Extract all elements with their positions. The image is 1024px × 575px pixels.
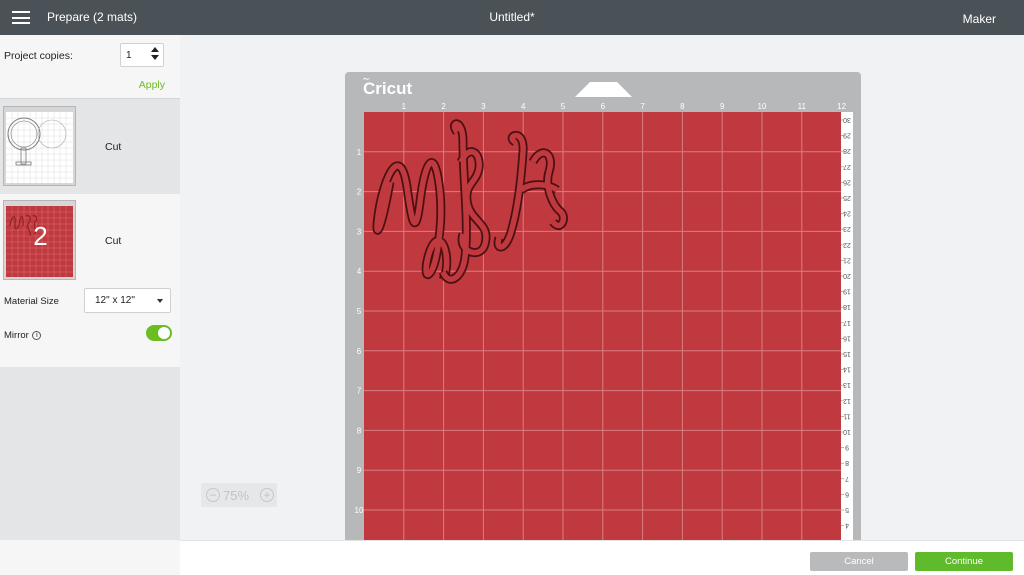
ruler-label: 6 xyxy=(845,490,849,497)
ruler-label: 15 xyxy=(843,350,851,357)
cutting-mat[interactable]: 1 2 3 4 5 6 7 8 9 10 11 12 1 2 3 4 5 6 7 8 9 10 30 29 28 27 26 25… xyxy=(345,72,861,542)
ruler-label: 10 xyxy=(355,506,364,515)
stepper-up-icon[interactable] xyxy=(151,47,159,52)
top-ruler: 1 2 3 4 5 6 7 8 9 10 11 12 xyxy=(402,102,847,111)
mat-list-item[interactable]: Cut xyxy=(0,100,180,194)
continue-button[interactable]: Continue xyxy=(915,552,1013,571)
ruler-label: 18 xyxy=(843,303,851,310)
ruler-label: 22 xyxy=(843,241,851,248)
apply-button[interactable]: Apply xyxy=(139,79,165,91)
mat-tab xyxy=(575,82,632,97)
ruler-label: 26 xyxy=(843,178,851,185)
ruler-label: 20 xyxy=(843,272,851,279)
ruler-label: 25 xyxy=(843,194,851,201)
logo-swirl-icon: ∼ xyxy=(362,74,371,85)
mat-thumbnail[interactable]: 2 xyxy=(3,200,76,280)
page-title: Prepare (2 mats) xyxy=(47,10,138,24)
toggle-knob xyxy=(158,327,170,339)
ruler-label: 8 xyxy=(845,459,849,466)
ruler-label: 12 xyxy=(837,102,846,111)
ruler-label: 16 xyxy=(843,334,851,341)
ruler-label: 8 xyxy=(680,102,685,111)
cancel-button[interactable]: Cancel xyxy=(810,552,908,571)
ruler-label: 28 xyxy=(843,147,851,154)
ruler-label: 11 xyxy=(798,102,807,111)
ruler-label: 9 xyxy=(845,444,849,451)
ruler-label: 5 xyxy=(357,307,362,316)
ruler-label: 2 xyxy=(441,102,446,111)
ruler-label: 2 xyxy=(357,188,362,197)
ruler-label: 4 xyxy=(357,267,362,276)
zoom-out-button[interactable]: − xyxy=(206,488,220,502)
ruler-label: 3 xyxy=(481,102,486,111)
zoom-control: − 75% + xyxy=(201,483,277,507)
mat-list-item-selected[interactable]: 2 Cut Material Size 12" x 12" Mirror i xyxy=(0,194,180,367)
ruler-label: 8 xyxy=(357,426,362,435)
material-size-label: Material Size xyxy=(4,296,59,307)
cricut-logo: ∼ Cricut xyxy=(362,74,412,99)
hamburger-menu-icon[interactable] xyxy=(12,11,30,24)
ruler-label: 23 xyxy=(843,225,851,232)
project-name: Untitled* xyxy=(489,10,535,24)
ruler-label: 4 xyxy=(521,102,526,111)
left-ruler: 1 2 3 4 5 6 7 8 9 10 xyxy=(355,148,364,515)
ruler-label: 27 xyxy=(843,163,851,170)
mat-number: 2 xyxy=(33,221,48,251)
ruler-label: 9 xyxy=(720,102,725,111)
ruler-label: 1 xyxy=(402,102,407,111)
mat-thumbnail[interactable] xyxy=(3,106,76,186)
ruler-label: 21 xyxy=(843,256,851,263)
mat-sidebar: Project copies: 1 Apply Cut 2 Cut Materi… xyxy=(0,35,180,540)
ruler-label: 6 xyxy=(601,102,606,111)
mirror-label: Mirror xyxy=(4,330,29,341)
ruler-label: 17 xyxy=(843,319,851,326)
material-size-value: 12" x 12" xyxy=(95,295,135,306)
top-bar: Prepare (2 mats) Untitled* Maker xyxy=(0,0,1024,35)
ruler-label: 10 xyxy=(758,102,767,111)
ruler-label: 19 xyxy=(843,288,851,295)
ruler-label: 12 xyxy=(843,397,851,404)
machine-name[interactable]: Maker xyxy=(963,12,996,26)
ruler-label: 7 xyxy=(357,387,362,396)
ruler-label: 6 xyxy=(357,347,362,356)
mat-action-label: Cut xyxy=(105,235,122,247)
mat-action-label: Cut xyxy=(105,141,122,153)
mirror-label-row: Mirror i xyxy=(4,330,42,341)
info-icon[interactable]: i xyxy=(32,330,42,340)
material-size-select[interactable]: 12" x 12" xyxy=(84,288,171,313)
ruler-label: 7 xyxy=(640,102,645,111)
ruler-label: 5 xyxy=(845,506,849,513)
ruler-label: 14 xyxy=(843,366,851,373)
mirror-toggle[interactable] xyxy=(146,325,172,341)
ruler-label: 30 xyxy=(843,116,851,123)
ruler-label: 4 xyxy=(845,522,849,529)
ruler-label: 7 xyxy=(845,475,849,482)
ruler-label: 9 xyxy=(357,466,362,475)
sidebar-footer xyxy=(0,540,180,575)
ruler-label: 3 xyxy=(357,227,362,236)
project-copies-value: 1 xyxy=(126,50,132,61)
project-copies-panel: Project copies: 1 Apply xyxy=(0,35,180,99)
bottom-bar: Cancel Continue xyxy=(180,540,1024,575)
project-copies-input[interactable]: 1 xyxy=(120,43,164,67)
stepper-down-icon[interactable] xyxy=(151,55,159,60)
caret-down-icon xyxy=(157,299,163,303)
zoom-in-button[interactable]: + xyxy=(260,488,274,502)
ruler-label: 5 xyxy=(561,102,566,111)
zoom-level: 75% xyxy=(223,488,250,503)
project-copies-label: Project copies: xyxy=(4,50,73,62)
ruler-label: 24 xyxy=(843,210,851,217)
ruler-label: 10 xyxy=(843,428,851,435)
ruler-label: 13 xyxy=(843,381,851,388)
ruler-label: 29 xyxy=(843,132,851,139)
ruler-label: 11 xyxy=(843,412,850,419)
mat-preview xyxy=(6,112,73,183)
ruler-label: 1 xyxy=(357,148,362,157)
copies-stepper[interactable] xyxy=(151,47,159,60)
mat-canvas: 1 2 3 4 5 6 7 8 9 10 11 12 12345678910 302928272625… xyxy=(355,82,853,542)
